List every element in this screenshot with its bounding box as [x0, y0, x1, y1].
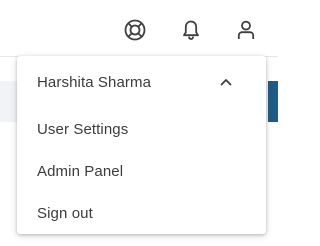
- menu-item-label: User Settings: [37, 120, 129, 138]
- menu-item-label: Admin Panel: [37, 162, 124, 180]
- lifebuoy-icon: [124, 19, 146, 41]
- user-menu-header[interactable]: Harshita Sharma: [17, 62, 266, 102]
- page: Harshita Sharma User Settings Admin Pane…: [0, 0, 278, 246]
- notifications-button[interactable]: [176, 15, 206, 45]
- chevron-up-icon: [220, 79, 232, 86]
- help-button[interactable]: [120, 15, 150, 45]
- user-dropdown-menu: Harshita Sharma User Settings Admin Pane…: [17, 56, 266, 234]
- background-primary-button-edge: [268, 81, 278, 122]
- user-account-button[interactable]: [231, 15, 261, 45]
- menu-item-label: Sign out: [37, 204, 93, 222]
- user-icon: [237, 20, 255, 39]
- menu-item-user-settings[interactable]: User Settings: [17, 110, 266, 148]
- menu-item-admin-panel[interactable]: Admin Panel: [17, 152, 266, 190]
- user-name: Harshita Sharma: [37, 73, 152, 91]
- menu-item-sign-out[interactable]: Sign out: [17, 194, 266, 232]
- bell-icon: [183, 20, 199, 40]
- top-bar: [0, 0, 278, 57]
